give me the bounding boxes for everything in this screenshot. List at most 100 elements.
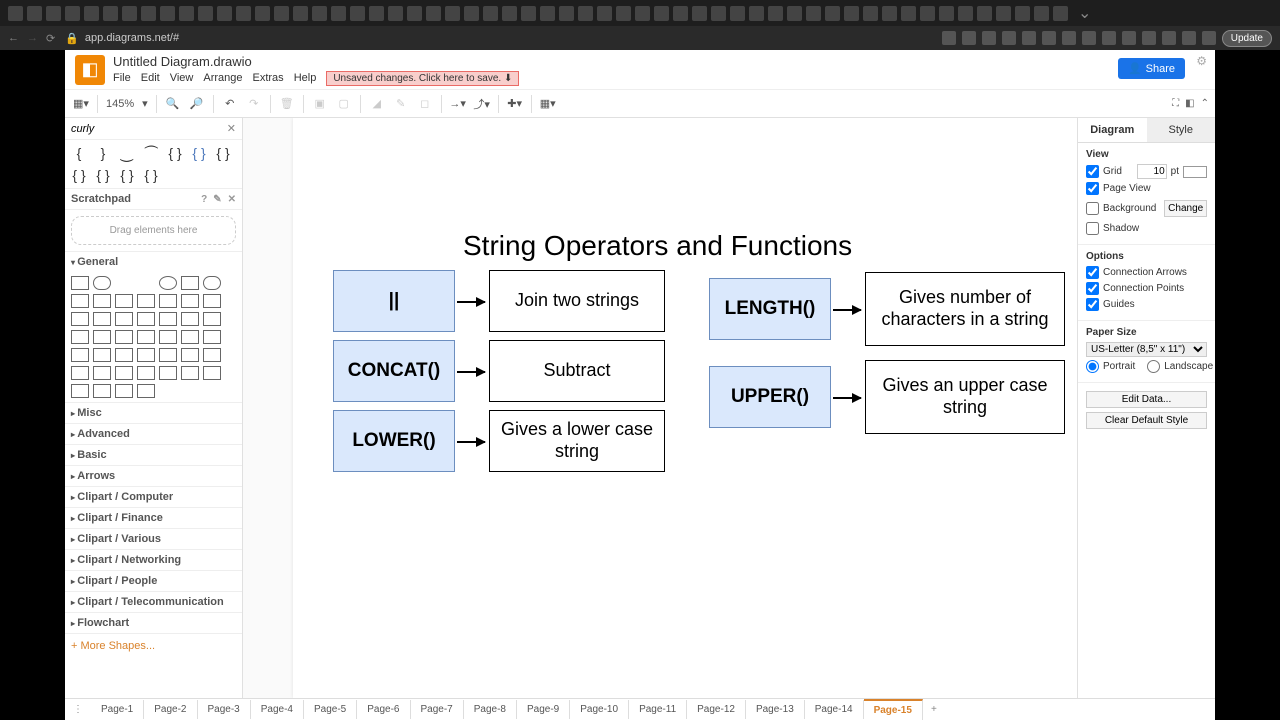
tab-favicon[interactable]: [65, 6, 80, 21]
menu-extras[interactable]: Extras: [253, 72, 284, 84]
shape-stencil[interactable]: [137, 366, 155, 380]
category-clipart-finance[interactable]: Clipart / Finance: [65, 507, 242, 528]
tab-favicon[interactable]: [958, 6, 973, 21]
arrow-icon[interactable]: [457, 441, 485, 443]
shape-stencil[interactable]: [93, 312, 111, 326]
tab-favicon[interactable]: [559, 6, 574, 21]
brace-h-icon[interactable]: ⏜: [141, 144, 161, 162]
extension-icon[interactable]: [1202, 31, 1216, 45]
page-tab[interactable]: Page-12: [687, 700, 746, 719]
tab-favicon[interactable]: [654, 6, 669, 21]
tab-favicon[interactable]: [920, 6, 935, 21]
tab-favicon[interactable]: [1015, 6, 1030, 21]
brace-pair-icon[interactable]: { }: [189, 144, 209, 162]
tab-favicon[interactable]: [863, 6, 878, 21]
description-box[interactable]: Subtract: [489, 340, 665, 402]
tab-style[interactable]: Style: [1147, 118, 1216, 142]
edit-icon[interactable]: ✎: [213, 194, 221, 205]
shape-stencil[interactable]: [71, 330, 89, 344]
nav-fwd-icon[interactable]: →: [27, 32, 38, 45]
tab-favicon[interactable]: [996, 6, 1011, 21]
tab-favicon[interactable]: [711, 6, 726, 21]
category-arrows[interactable]: Arrows: [65, 465, 242, 486]
close-icon[interactable]: ✕: [228, 194, 236, 205]
conn-points-checkbox[interactable]: [1086, 282, 1099, 295]
waypoint-icon[interactable]: ⤴▾: [474, 96, 490, 112]
menu-file[interactable]: File: [113, 72, 131, 84]
zoom-in-icon[interactable]: 🔍: [165, 96, 181, 112]
shape-stencil[interactable]: [159, 330, 177, 344]
tab-favicon[interactable]: [578, 6, 593, 21]
page-tab[interactable]: Page-7: [411, 700, 464, 719]
app-logo-icon[interactable]: ◧: [75, 55, 105, 85]
update-button[interactable]: Update: [1222, 30, 1272, 47]
page-tab[interactable]: Page-8: [464, 700, 517, 719]
tab-favicon[interactable]: [939, 6, 954, 21]
shape-stencil[interactable]: [159, 312, 177, 326]
tab-favicon[interactable]: [1053, 6, 1068, 21]
drawing-canvas[interactable]: String Operators and Functions || Join t…: [293, 118, 1077, 698]
connection-icon[interactable]: →▾: [450, 96, 466, 112]
tab-favicon[interactable]: [692, 6, 707, 21]
tab-favicon[interactable]: [198, 6, 213, 21]
operator-box[interactable]: LENGTH(): [709, 278, 831, 340]
tab-favicon[interactable]: [787, 6, 802, 21]
guides-checkbox[interactable]: [1086, 298, 1099, 311]
pages-menu-icon[interactable]: ⋮: [65, 700, 91, 719]
tab-favicon[interactable]: [426, 6, 441, 21]
page-tab[interactable]: Page-15: [864, 699, 923, 720]
extension-icon[interactable]: [1022, 31, 1036, 45]
clear-style-button[interactable]: Clear Default Style: [1086, 412, 1207, 429]
scratchpad-header[interactable]: Scratchpad ?✎✕: [65, 188, 242, 210]
tab-favicon[interactable]: [255, 6, 270, 21]
shape-stencil[interactable]: [203, 348, 221, 362]
page-tab[interactable]: Page-6: [357, 700, 410, 719]
redo-icon[interactable]: ↷: [246, 96, 262, 112]
brace-pair-icon[interactable]: { }: [141, 166, 161, 184]
arrow-icon[interactable]: [457, 371, 485, 373]
shape-stencil[interactable]: [159, 348, 177, 362]
shape-stencil[interactable]: [137, 348, 155, 362]
category-clipart-telecom[interactable]: Clipart / Telecommunication: [65, 591, 242, 612]
tab-favicon[interactable]: [616, 6, 631, 21]
shadow-icon[interactable]: ◻: [417, 96, 433, 112]
category-advanced[interactable]: Advanced: [65, 423, 242, 444]
shape-stencil[interactable]: [159, 294, 177, 308]
shape-stencil[interactable]: [93, 294, 111, 308]
brace-right-icon[interactable]: }: [93, 144, 113, 162]
edit-data-button[interactable]: Edit Data...: [1086, 391, 1207, 408]
format-panel-icon[interactable]: ◧: [1185, 98, 1194, 109]
shape-stencil[interactable]: [181, 330, 199, 344]
operator-box[interactable]: CONCAT(): [333, 340, 455, 402]
brace-left-icon[interactable]: {: [69, 144, 89, 162]
page-tab[interactable]: Page-1: [91, 700, 144, 719]
tab-favicon[interactable]: [331, 6, 346, 21]
shape-stencil[interactable]: [159, 366, 177, 380]
shape-stencil[interactable]: [203, 366, 221, 380]
extension-icon[interactable]: [1062, 31, 1076, 45]
shape-stencil[interactable]: [181, 348, 199, 362]
zoom-out-icon[interactable]: 🔎: [189, 96, 205, 112]
shape-stencil[interactable]: [115, 294, 133, 308]
tab-favicon[interactable]: [141, 6, 156, 21]
tab-favicon[interactable]: [27, 6, 42, 21]
nav-back-icon[interactable]: ←: [8, 32, 19, 45]
category-flowchart[interactable]: Flowchart: [65, 612, 242, 633]
tab-favicon[interactable]: [768, 6, 783, 21]
tab-diagram[interactable]: Diagram: [1078, 118, 1147, 142]
more-shapes-button[interactable]: + More Shapes...: [65, 633, 242, 658]
tab-favicon[interactable]: [46, 6, 61, 21]
description-box[interactable]: Join two strings: [489, 270, 665, 332]
shape-stencil[interactable]: [181, 294, 199, 308]
tab-favicon[interactable]: [673, 6, 688, 21]
zoom-level[interactable]: 145%: [106, 98, 134, 110]
line-icon[interactable]: ✎: [393, 96, 409, 112]
category-clipart-various[interactable]: Clipart / Various: [65, 528, 242, 549]
arrow-icon[interactable]: [457, 301, 485, 303]
brace-h-icon[interactable]: ⏝: [117, 144, 137, 162]
unsaved-warning[interactable]: Unsaved changes. Click here to save. ⬇: [326, 71, 519, 86]
category-clipart-networking[interactable]: Clipart / Networking: [65, 549, 242, 570]
tab-favicon[interactable]: [844, 6, 859, 21]
pageview-checkbox[interactable]: [1086, 182, 1099, 195]
description-box[interactable]: Gives an upper case string: [865, 360, 1065, 434]
